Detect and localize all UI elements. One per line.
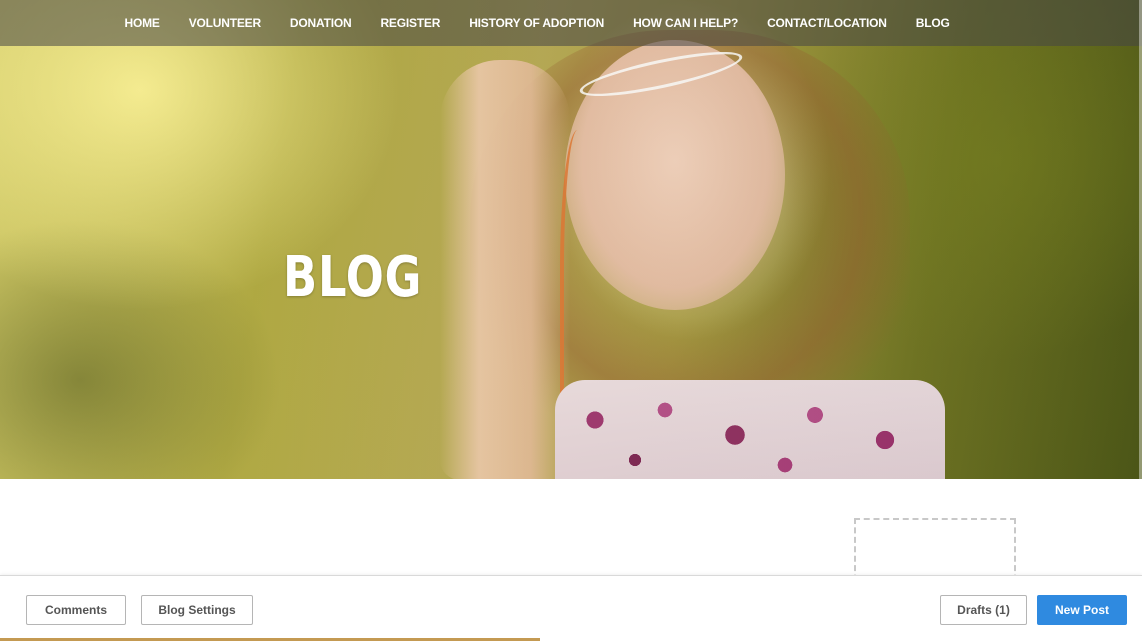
hero-overlay <box>0 0 1142 479</box>
nav-item-register[interactable]: REGISTER <box>366 16 455 30</box>
nav-item-blog[interactable]: BLOG <box>901 16 964 30</box>
blog-toolbar: Comments Blog Settings Drafts (1) New Po… <box>0 575 1142 641</box>
nav-item-home[interactable]: HOME <box>110 16 174 30</box>
blog-settings-button[interactable]: Blog Settings <box>141 595 253 625</box>
nav-item-contact-location[interactable]: CONTACT/LOCATION <box>753 16 902 30</box>
nav-item-donation[interactable]: DONATION <box>275 16 366 30</box>
new-post-button[interactable]: New Post <box>1037 595 1127 625</box>
hero-banner: BLOG <box>0 0 1142 479</box>
drafts-button[interactable]: Drafts (1) <box>940 595 1027 625</box>
nav-item-history-of-adoption[interactable]: HISTORY OF ADOPTION <box>455 16 619 30</box>
top-navigation: HOME VOLUNTEER DONATION REGISTER HISTORY… <box>0 0 1142 46</box>
page-title: BLOG <box>283 245 423 310</box>
nav-item-volunteer[interactable]: VOLUNTEER <box>174 16 275 30</box>
comments-button[interactable]: Comments <box>26 595 126 625</box>
nav-item-how-can-i-help[interactable]: HOW CAN I HELP? <box>619 16 753 30</box>
